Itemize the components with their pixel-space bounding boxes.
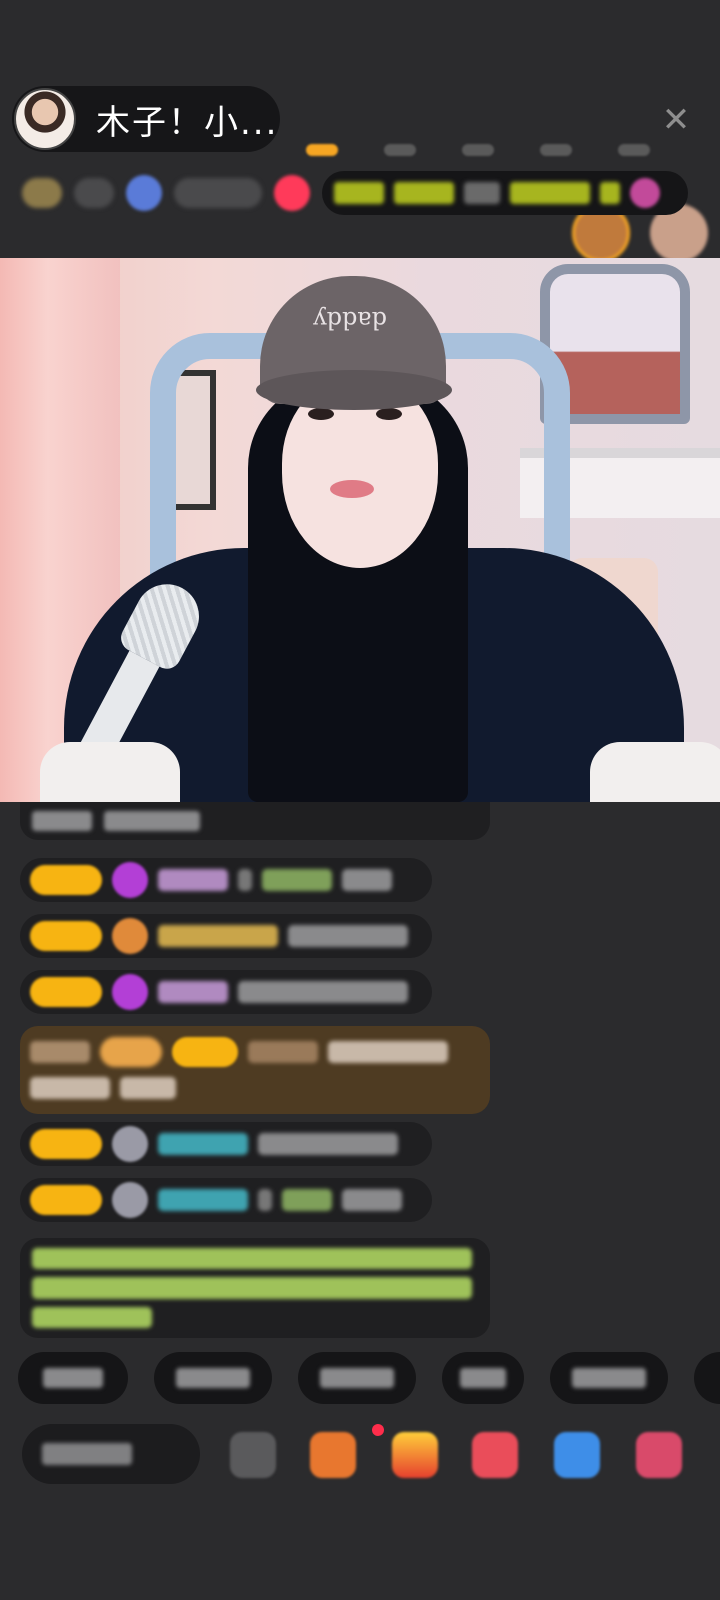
quick-reply-chip[interactable] <box>550 1352 668 1404</box>
user-avatar <box>112 1182 148 1218</box>
fan-badge <box>30 865 102 895</box>
close-icon[interactable]: ✕ <box>656 100 696 140</box>
viewer-avatar[interactable] <box>368 84 708 262</box>
viewer-avatar[interactable] <box>290 84 630 262</box>
ranking-chip[interactable] <box>174 178 262 208</box>
treasure-chest-icon[interactable] <box>392 1432 438 1478</box>
chat-message[interactable] <box>20 802 490 840</box>
host-name: 木子！小... <box>96 102 279 143</box>
vip-gem-icon <box>112 862 148 898</box>
vip-gem-icon <box>112 974 148 1010</box>
top-viewers-list <box>290 84 708 262</box>
sleeve <box>40 742 180 802</box>
level-icon <box>112 918 148 954</box>
announcement-ticker[interactable] <box>322 171 688 215</box>
notification-dot <box>372 1424 384 1436</box>
cap-logo: daddy <box>313 306 387 334</box>
fan-badge <box>30 1129 102 1159</box>
live-video[interactable]: daddy <box>0 258 720 802</box>
status-row <box>22 168 688 218</box>
more-apps-icon[interactable] <box>636 1432 682 1478</box>
system-notice <box>20 1238 490 1338</box>
lips <box>330 480 374 498</box>
gift-box-icon[interactable] <box>310 1432 356 1478</box>
emoji-icon[interactable] <box>230 1432 276 1478</box>
eye <box>308 408 334 420</box>
viewer-avatar[interactable] <box>446 84 510 156</box>
hot-icon <box>126 175 162 211</box>
quick-reply-chip[interactable] <box>694 1352 720 1404</box>
quick-replies <box>18 1352 720 1408</box>
chat-message[interactable] <box>20 914 432 958</box>
chat-input[interactable] <box>22 1424 200 1484</box>
quick-reply-chip[interactable] <box>154 1352 272 1404</box>
fan-badge <box>30 977 102 1007</box>
fan-badge <box>30 921 102 951</box>
chat-message[interactable] <box>20 970 432 1014</box>
gift-message[interactable] <box>20 1026 490 1114</box>
quick-reply-chip[interactable] <box>18 1352 128 1404</box>
quick-reply-chip[interactable] <box>298 1352 416 1404</box>
popularity-chip[interactable] <box>74 178 114 208</box>
host-info[interactable]: 木子！小... <box>12 86 280 152</box>
cap-brim <box>256 370 452 410</box>
quick-reply-chip[interactable] <box>442 1352 524 1404</box>
viewer-avatar[interactable] <box>524 84 588 156</box>
bottom-toolbar <box>22 1424 720 1486</box>
level-badge[interactable] <box>22 178 62 208</box>
gift-icon <box>630 178 660 208</box>
chat-message[interactable] <box>20 1178 432 1222</box>
live-room: 木子！小... ✕ daddy <box>0 0 720 1600</box>
user-avatar <box>112 1126 148 1162</box>
chat-message[interactable] <box>20 858 432 902</box>
fan-badge <box>30 1185 102 1215</box>
host-avatar[interactable] <box>14 88 76 150</box>
game-icon[interactable] <box>554 1432 600 1478</box>
sleeve <box>590 742 720 802</box>
pk-icon[interactable] <box>472 1432 518 1478</box>
chat-message[interactable] <box>20 1122 432 1166</box>
eye <box>376 408 402 420</box>
live-icon[interactable] <box>274 175 310 211</box>
